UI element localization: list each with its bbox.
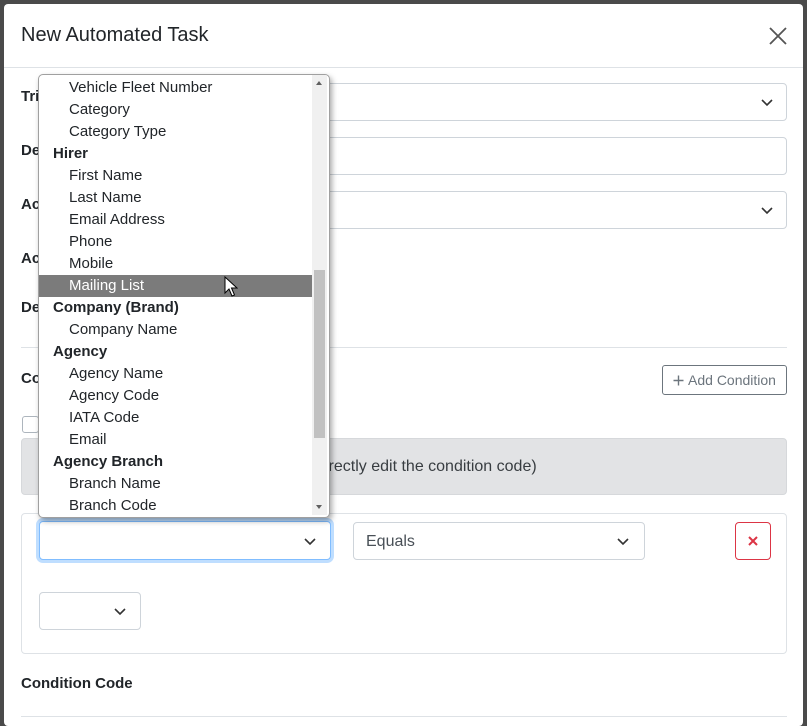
operator-select[interactable]: Equals <box>353 522 645 560</box>
dropdown-option[interactable]: Mobile <box>39 253 312 275</box>
chevron-down-icon <box>114 608 126 616</box>
plus-icon <box>673 375 684 385</box>
dropdown-option[interactable]: Agency Name <box>39 363 312 385</box>
close-icon <box>748 536 758 546</box>
dropdown-option[interactable]: Phone <box>39 231 312 253</box>
optgroup-label: Agency Branch <box>53 453 164 470</box>
description-input[interactable] <box>316 137 787 175</box>
scrollbar-thumb[interactable] <box>314 270 325 438</box>
value-select[interactable] <box>39 592 141 630</box>
scroll-up-arrow-icon[interactable] <box>316 81 322 85</box>
add-condition-label: Add Condition <box>688 372 776 388</box>
dropdown-option[interactable]: First Name <box>39 165 312 187</box>
dropdown-option[interactable]: Category Type <box>39 121 312 143</box>
dropdown-option[interactable]: Email <box>39 429 312 451</box>
dropdown-option[interactable]: Agency Code <box>39 385 312 407</box>
optgroup-label: Hirer <box>53 145 89 162</box>
delete-condition-button[interactable] <box>735 522 771 560</box>
dropdown-option[interactable]: IATA Code <box>39 407 312 429</box>
operator-value: Equals <box>366 533 415 550</box>
chevron-down-icon <box>761 207 773 215</box>
condition-row: Equals <box>21 513 787 654</box>
chevron-down-icon <box>304 537 316 545</box>
divider <box>21 716 787 717</box>
dropdown-option[interactable]: Vehicle Fleet Number <box>39 77 312 99</box>
dropdown-option[interactable]: Category <box>39 99 312 121</box>
chevron-down-icon <box>617 538 629 546</box>
dropdown-option[interactable]: Email Address <box>39 209 312 231</box>
modal-title: New Automated Task <box>21 24 209 46</box>
action-select[interactable] <box>316 191 787 229</box>
trigger-label: Tri <box>21 88 40 105</box>
dropdown-option[interactable]: Company Name <box>39 319 312 341</box>
dropdown-options: Vehicle Fleet Number Category Category Typ… <box>39 77 312 517</box>
optgroup-label: Agency <box>53 343 108 360</box>
trigger-select[interactable] <box>316 83 787 121</box>
edit-code-checkbox[interactable] <box>22 416 39 433</box>
field-select[interactable] <box>39 521 331 560</box>
scrollbar[interactable] <box>312 75 327 515</box>
field-dropdown-list[interactable]: Vehicle Fleet Number Category Category Typ… <box>38 74 330 518</box>
close-button[interactable] <box>764 22 792 50</box>
modal-header: New Automated Task <box>4 4 803 68</box>
dropdown-option[interactable]: Mailing List <box>39 275 312 297</box>
add-condition-button[interactable]: Add Condition <box>662 365 787 395</box>
alert-text: irectly edit the condition code) <box>325 458 537 475</box>
scroll-down-arrow-icon[interactable] <box>316 505 322 509</box>
dropdown-option[interactable]: Last Name <box>39 187 312 209</box>
dropdown-option[interactable]: Branch Name <box>39 473 312 495</box>
chevron-down-icon <box>761 99 773 107</box>
dropdown-option[interactable]: Branch Code <box>39 495 312 517</box>
close-icon <box>769 27 787 45</box>
optgroup-label: Company (Brand) <box>53 299 179 316</box>
mouse-cursor-icon <box>224 276 238 297</box>
condition-code-label: Condition Code <box>21 675 133 692</box>
